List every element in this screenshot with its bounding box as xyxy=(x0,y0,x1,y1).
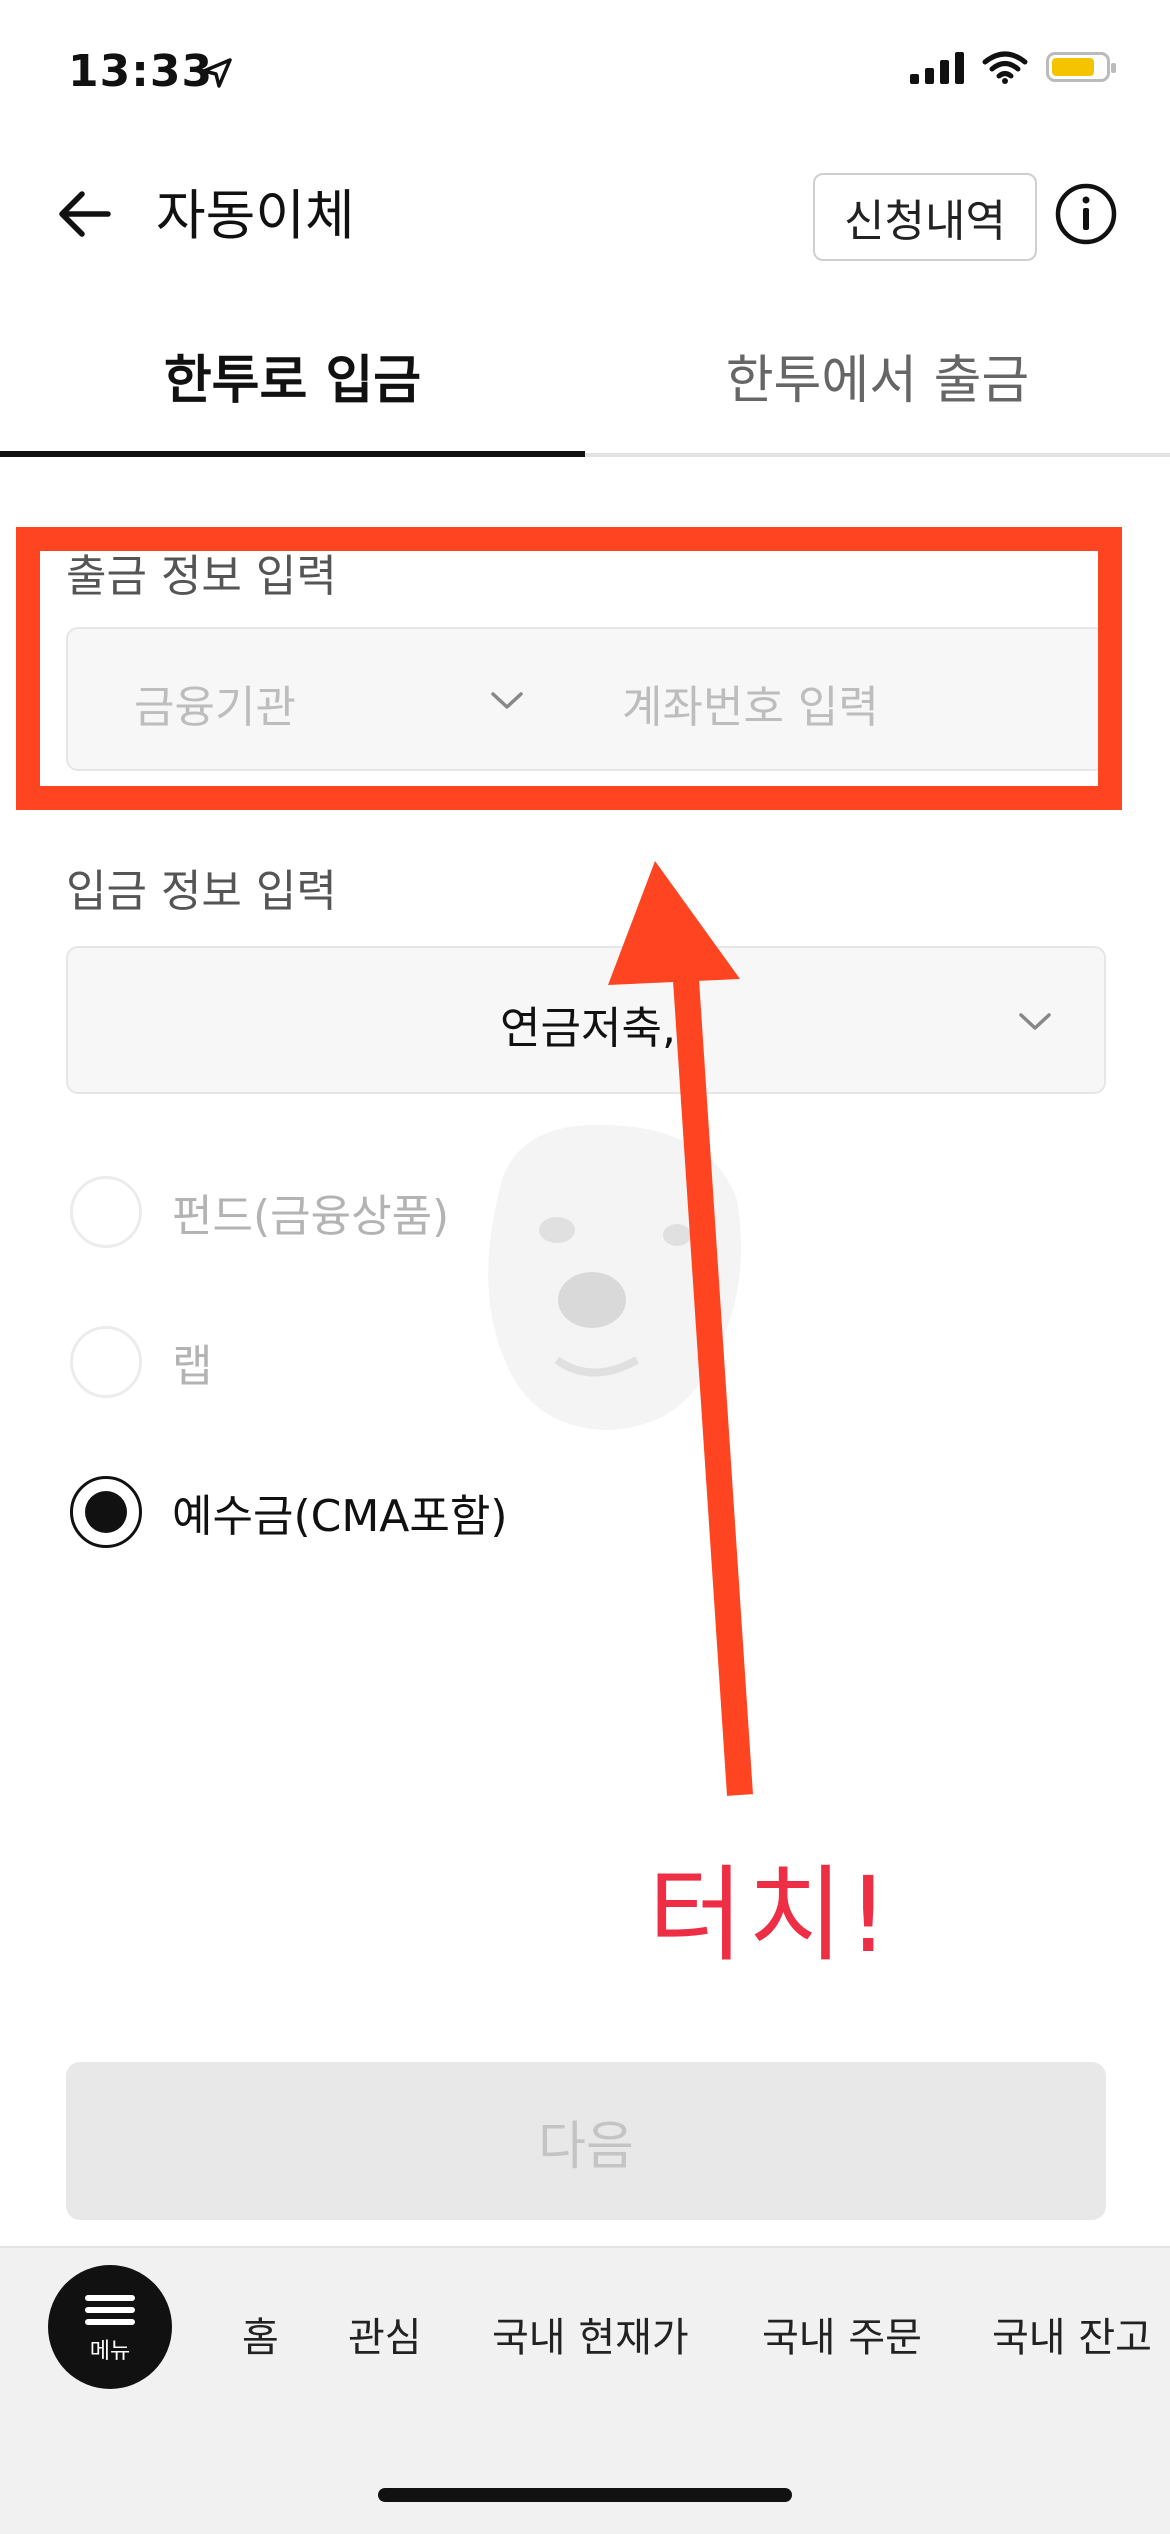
nav-item-domestic-balance[interactable]: 국내 잔고 xyxy=(992,2305,1160,2363)
location-arrow-icon xyxy=(202,58,232,88)
chevron-down-icon xyxy=(1019,1013,1051,1030)
info-icon[interactable] xyxy=(1054,182,1118,246)
nav-item-watchlist[interactable]: 관심 xyxy=(348,2305,422,2363)
highlight-box-annotation xyxy=(16,527,1122,810)
menu-button[interactable]: 메뉴 xyxy=(48,2265,172,2389)
menu-label: 메뉴 xyxy=(89,2339,131,2364)
radio-button[interactable] xyxy=(70,1326,142,1398)
hamburger-icon xyxy=(85,2289,135,2331)
arrow-annotation-icon xyxy=(608,861,753,1796)
radio-button-selected[interactable] xyxy=(70,1476,142,1548)
back-arrow-icon[interactable] xyxy=(52,180,120,248)
nav-item-domestic-quote[interactable]: 국내 현재가 xyxy=(492,2305,689,2363)
deposit-section-label: 입금 정보 입력 xyxy=(66,866,337,917)
active-tab-indicator xyxy=(0,451,585,457)
next-button[interactable]: 다음 xyxy=(66,2062,1106,2220)
touch-annotation-text: 터치! xyxy=(648,1854,894,1976)
radio-button[interactable] xyxy=(70,1176,142,1248)
radio-label: 예수금(CMA포함) xyxy=(172,1491,508,1542)
nav-item-home[interactable]: 홈 xyxy=(242,2305,279,2363)
radio-option-fund[interactable]: 펀드(금융상품) xyxy=(70,1176,449,1248)
radio-option-wrap[interactable]: 랩 xyxy=(70,1326,212,1398)
home-indicator xyxy=(378,2488,792,2502)
tab-withdraw-from-hantu[interactable]: 한투에서 출금 xyxy=(585,345,1170,417)
signal-icon xyxy=(910,50,964,84)
tab-deposit-to-hantu[interactable]: 한투로 입금 xyxy=(0,345,585,417)
nav-item-domestic-order[interactable]: 국내 주문 xyxy=(762,2305,922,2363)
history-button[interactable]: 신청내역 xyxy=(813,173,1037,261)
wifi-icon xyxy=(982,51,1028,84)
radio-label: 펀드(금융상품) xyxy=(172,1191,450,1242)
status-icons xyxy=(910,50,1116,84)
battery-icon xyxy=(1046,52,1116,82)
radio-label: 랩 xyxy=(172,1341,213,1392)
status-time: 13:33 xyxy=(68,46,214,97)
page-title: 자동이체 xyxy=(156,184,355,247)
radio-option-deposit-cma[interactable]: 예수금(CMA포함) xyxy=(70,1476,508,1548)
